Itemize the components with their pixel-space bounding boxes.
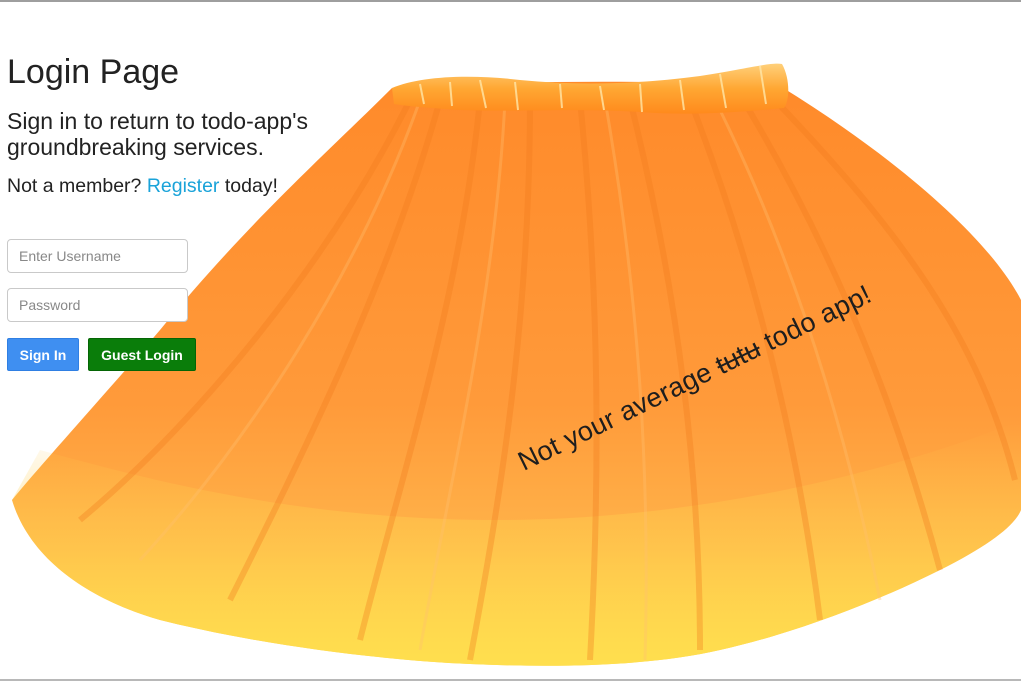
login-panel: Login Page Sign in to return to todo-app… xyxy=(7,50,387,371)
sign-in-button[interactable]: Sign In xyxy=(7,338,79,371)
member-prompt: Not a member? Register today! xyxy=(7,174,387,198)
username-input[interactable] xyxy=(7,239,188,273)
page-title: Login Page xyxy=(7,53,180,91)
password-input[interactable] xyxy=(7,288,188,322)
member-prompt-prefix: Not a member? xyxy=(7,175,147,197)
login-buttons: Sign In Guest Login xyxy=(7,338,387,371)
member-prompt-suffix: today! xyxy=(219,175,278,197)
guest-login-button[interactable]: Guest Login xyxy=(88,338,196,371)
register-link[interactable]: Register xyxy=(147,175,220,197)
login-subtitle: Sign in to return to todo-app's groundbr… xyxy=(7,108,309,160)
